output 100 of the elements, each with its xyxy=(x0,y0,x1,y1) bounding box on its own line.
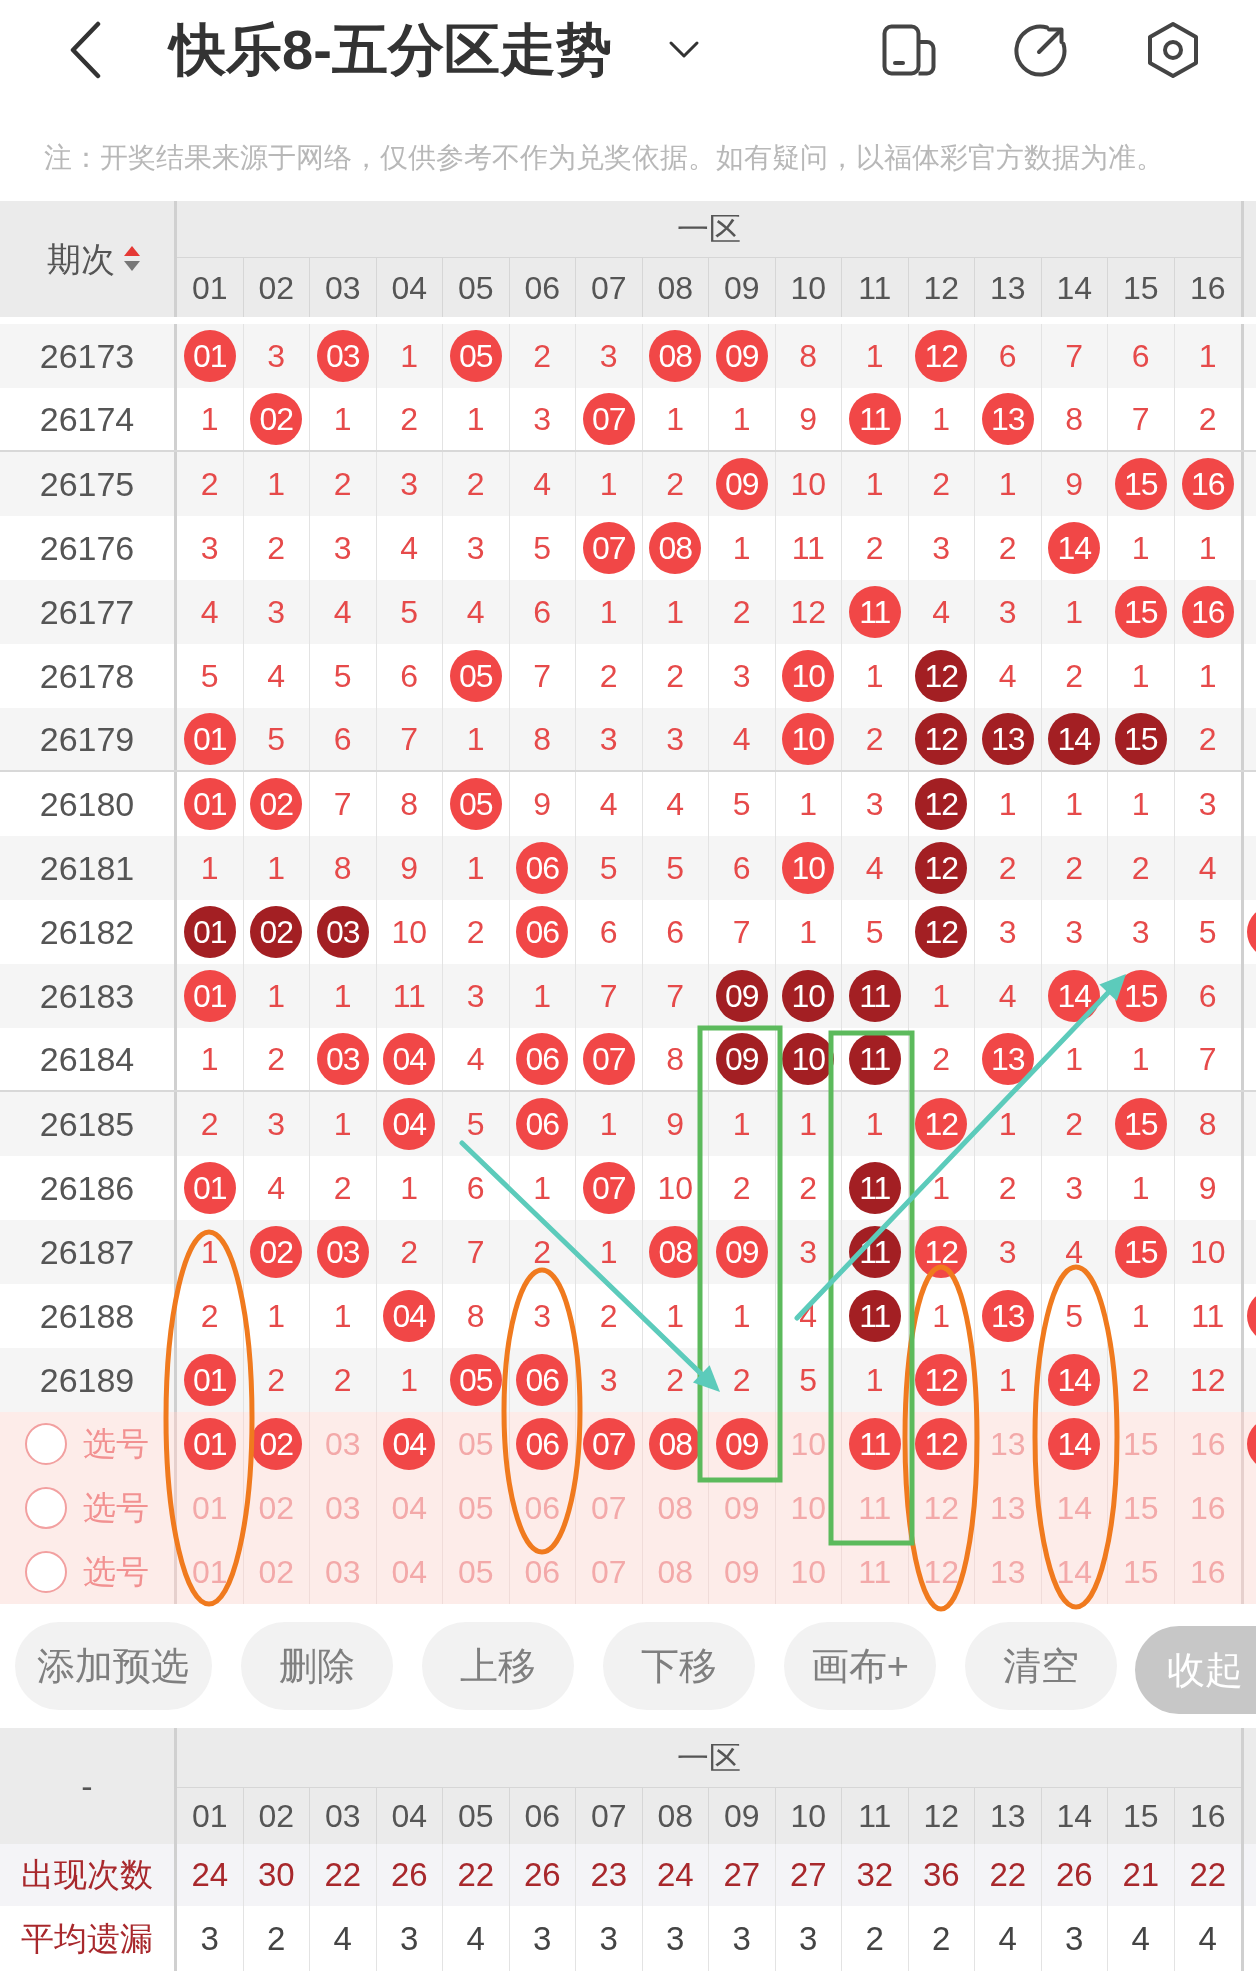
number-option[interactable]: 16 xyxy=(1174,1476,1241,1540)
number-ball[interactable]: 01 xyxy=(183,1418,236,1470)
table-cell: 23 xyxy=(576,1844,643,1906)
table-cell: 3 xyxy=(509,1906,576,1971)
number-option[interactable]: 16 xyxy=(1174,1412,1241,1476)
column-header: 02 xyxy=(243,258,310,317)
number-option[interactable]: 15 xyxy=(1108,1540,1175,1604)
number-option[interactable]: 07 xyxy=(576,1540,643,1604)
number-option[interactable]: 10 xyxy=(775,1540,842,1604)
zone-header: 一区 xyxy=(177,1728,1241,1788)
number-option[interactable]: 09 xyxy=(709,1540,776,1604)
column-header: 05 xyxy=(443,258,510,317)
number-ball: 12 xyxy=(915,330,968,382)
row-label: 平均遗漏 xyxy=(0,1906,177,1971)
number-ball: 06 xyxy=(516,842,569,894)
pick-label: 选号 xyxy=(83,1488,149,1529)
table-cell: 4 xyxy=(709,708,776,770)
number-ball: 07 xyxy=(582,522,635,574)
table-cell: 36 xyxy=(908,1844,975,1906)
circle-arrow-icon[interactable] xyxy=(1014,23,1068,77)
number-ball: 16 xyxy=(1181,586,1234,638)
column-header: 15 xyxy=(1108,258,1175,317)
number-ball: 09 xyxy=(715,970,768,1022)
number-ball: 06 xyxy=(516,1098,569,1150)
number-ball: 08 xyxy=(649,330,702,382)
table-cell: 2 xyxy=(243,1906,310,1971)
number-ball: 14 xyxy=(1048,522,1101,574)
radio-button[interactable] xyxy=(25,1551,67,1593)
table-cell-text: 12 xyxy=(1188,1361,1227,1400)
number-ball[interactable]: 04 xyxy=(383,1418,436,1470)
number-option[interactable]: 11 xyxy=(842,1540,909,1604)
number-ball: 11 xyxy=(848,1162,901,1214)
number-ball: 06 xyxy=(516,1033,569,1085)
number-ball[interactable]: 09 xyxy=(715,1418,768,1470)
table-cell: 8 xyxy=(642,1028,709,1090)
number-ball: 10 xyxy=(782,970,835,1022)
table-cell: 1 xyxy=(709,388,776,450)
table-cell: 2 xyxy=(908,1028,975,1090)
number-ball: 06 xyxy=(516,1354,569,1406)
action-button[interactable]: 清空 xyxy=(964,1622,1117,1710)
radio-button[interactable] xyxy=(25,1487,67,1529)
table-cell-text: 22 xyxy=(1188,1855,1228,1896)
number-ball: 04 xyxy=(383,1098,436,1150)
action-button[interactable]: 画布+ xyxy=(783,1622,936,1710)
radio-button[interactable] xyxy=(25,1423,67,1465)
table-cell: 1 xyxy=(177,388,244,450)
number-ball: 12 xyxy=(915,713,968,765)
table-cell-text: 11 xyxy=(1190,1297,1226,1336)
number-ball[interactable]: 12 xyxy=(915,1418,968,1470)
number-ball: 03 xyxy=(316,906,369,958)
number-option[interactable]: 03 xyxy=(310,1540,377,1604)
number-option[interactable]: 04 xyxy=(376,1540,443,1604)
number-option[interactable]: 05 xyxy=(443,1540,510,1604)
table-cell: 3 xyxy=(576,708,643,770)
settings-icon[interactable] xyxy=(1146,21,1200,79)
table-cell: 1 xyxy=(1108,1028,1175,1090)
action-button[interactable]: 上移 xyxy=(421,1622,574,1710)
number-ball[interactable]: 11 xyxy=(848,1418,901,1470)
number-option[interactable]: 02 xyxy=(243,1540,310,1604)
table-cell: 1 xyxy=(642,388,709,450)
table-cell: 22 xyxy=(975,1844,1042,1906)
number-ball: 15 xyxy=(1114,458,1167,510)
table-cell-text: 7 xyxy=(1197,1040,1218,1079)
number-ball: 12 xyxy=(915,1226,968,1278)
number-ball: 03 xyxy=(316,1226,369,1278)
number-ball: 14 xyxy=(1048,713,1101,765)
table-cell: 2 xyxy=(908,1906,975,1971)
number-option[interactable]: 08 xyxy=(642,1540,709,1604)
number-option[interactable]: 14 xyxy=(1041,1540,1108,1604)
collapse-button[interactable]: 收起 xyxy=(1134,1626,1256,1714)
zone-header: 一区 xyxy=(177,201,1241,258)
number-ball[interactable]: 14 xyxy=(1048,1418,1101,1470)
number-ball: 14 xyxy=(1048,1354,1101,1406)
table-cell-text: 2 xyxy=(1197,720,1218,759)
action-button[interactable]: 下移 xyxy=(602,1622,755,1710)
action-button[interactable]: 添加预选 xyxy=(15,1622,212,1710)
number-option[interactable]: 06 xyxy=(509,1540,576,1604)
table-cell: 4 xyxy=(310,1906,377,1971)
chevron-down-icon[interactable] xyxy=(667,40,700,60)
number-ball: 12 xyxy=(915,778,968,830)
table-cell: 8 xyxy=(1041,388,1108,450)
number-option[interactable]: 16 xyxy=(1174,1540,1241,1604)
action-button[interactable]: 删除 xyxy=(240,1622,393,1710)
number-option[interactable]: 01 xyxy=(177,1540,244,1604)
number-ball: 02 xyxy=(250,778,303,830)
table-cell: 1 xyxy=(443,388,510,450)
table-cell: 3 xyxy=(642,708,709,770)
number-option[interactable]: 12 xyxy=(908,1540,975,1604)
number-ball: 15 xyxy=(1114,1098,1167,1150)
column-header: 06 xyxy=(509,258,576,317)
number-ball: 01 xyxy=(183,906,236,958)
table-cell-text: 1 xyxy=(1197,337,1218,376)
number-option[interactable]: 13 xyxy=(975,1540,1042,1604)
table-cell: 7 xyxy=(376,708,443,770)
number-ball[interactable]: 07 xyxy=(582,1418,635,1470)
number-ball[interactable]: 06 xyxy=(516,1418,569,1470)
phone-tablet-icon[interactable] xyxy=(882,24,936,76)
table-cell: 8 xyxy=(509,708,576,770)
back-icon[interactable] xyxy=(68,21,102,79)
table-cell: 1 xyxy=(443,708,510,770)
